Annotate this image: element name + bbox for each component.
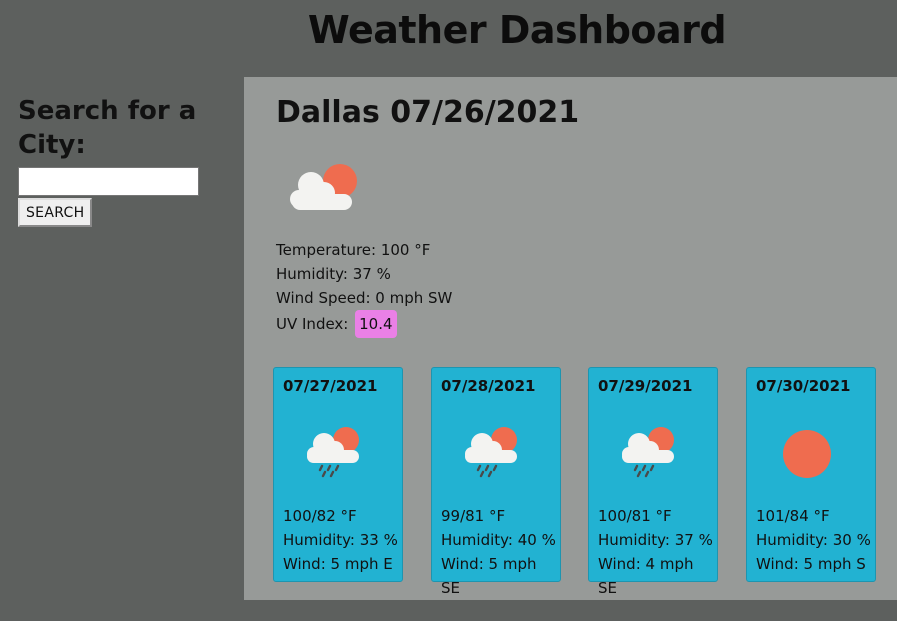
rain-cloud-sun-icon (304, 426, 364, 482)
forecast-card: 07/29/2021 100/81 °F Humidity: 37 % Wind… (588, 367, 718, 597)
current-conditions: Temperature: 100 °F Humidity: 37 % Wind … (276, 238, 452, 338)
forecast-humidity: Humidity: 30 % (756, 531, 871, 549)
current-humidity: Humidity: 37 % (276, 265, 391, 283)
forecast-date: 07/30/2021 (756, 377, 851, 395)
forecast-wind: Wind: 4 mph SE (598, 555, 694, 597)
forecast-temp: 100/81 °F (598, 507, 672, 525)
forecast-wind: Wind: 5 mph E (283, 555, 393, 573)
city-date-heading: Dallas 07/26/2021 (276, 95, 580, 130)
uv-index-label: UV Index: (276, 315, 349, 333)
search-heading: Search for a City: (18, 96, 197, 160)
current-temperature: Temperature: 100 °F (276, 241, 431, 259)
page-title: Weather Dashboard (307, 8, 727, 52)
forecast-date: 07/29/2021 (598, 377, 693, 395)
forecast-temp: 99/81 °F (441, 507, 506, 525)
forecast-stats: 99/81 °F Humidity: 40 % Wind: 5 mph SE (441, 504, 560, 600)
rain-cloud-sun-icon (619, 426, 679, 482)
forecast-humidity: Humidity: 37 % (598, 531, 713, 549)
current-wind-speed: Wind Speed: 0 mph SW (276, 289, 453, 307)
forecast-date: 07/28/2021 (441, 377, 536, 395)
forecast-temp: 101/84 °F (756, 507, 830, 525)
sun-icon (777, 426, 837, 482)
forecast-humidity: Humidity: 33 % (283, 531, 398, 549)
forecast-wind: Wind: 5 mph SE (441, 555, 537, 597)
cloud-sun-icon (288, 163, 360, 215)
search-button[interactable]: SEARCH (18, 198, 93, 227)
forecast-stats: 100/81 °F Humidity: 37 % Wind: 4 mph SE (598, 504, 717, 600)
forecast-date: 07/27/2021 (283, 377, 378, 395)
forecast-wind: Wind: 5 mph S (756, 555, 866, 573)
forecast-humidity: Humidity: 40 % (441, 531, 556, 549)
forecast-stats: 101/84 °F Humidity: 30 % Wind: 5 mph S (756, 504, 871, 576)
forecast-card: 07/28/2021 99/81 °F Humidity: 40 % Wind:… (431, 367, 561, 597)
search-panel: Search for a City: SEARCH (18, 94, 228, 227)
uv-index-badge: 10.4 (355, 310, 397, 338)
forecast-temp: 100/82 °F (283, 507, 357, 525)
forecast-card: 07/27/2021 100/82 °F Humidity: 33 % Wind… (273, 367, 403, 582)
forecast-card: 07/30/2021 101/84 °F Humidity: 30 % Wind… (746, 367, 876, 582)
city-search-input[interactable] (18, 167, 199, 196)
rain-cloud-sun-icon (462, 426, 522, 482)
forecast-stats: 100/82 °F Humidity: 33 % Wind: 5 mph E (283, 504, 398, 576)
weather-panel: Dallas 07/26/2021 Temperature: 100 °F Hu… (244, 77, 897, 600)
page-header: Weather Dashboard (0, 0, 897, 62)
current-uv-row: UV Index: 10.4 (276, 310, 452, 338)
